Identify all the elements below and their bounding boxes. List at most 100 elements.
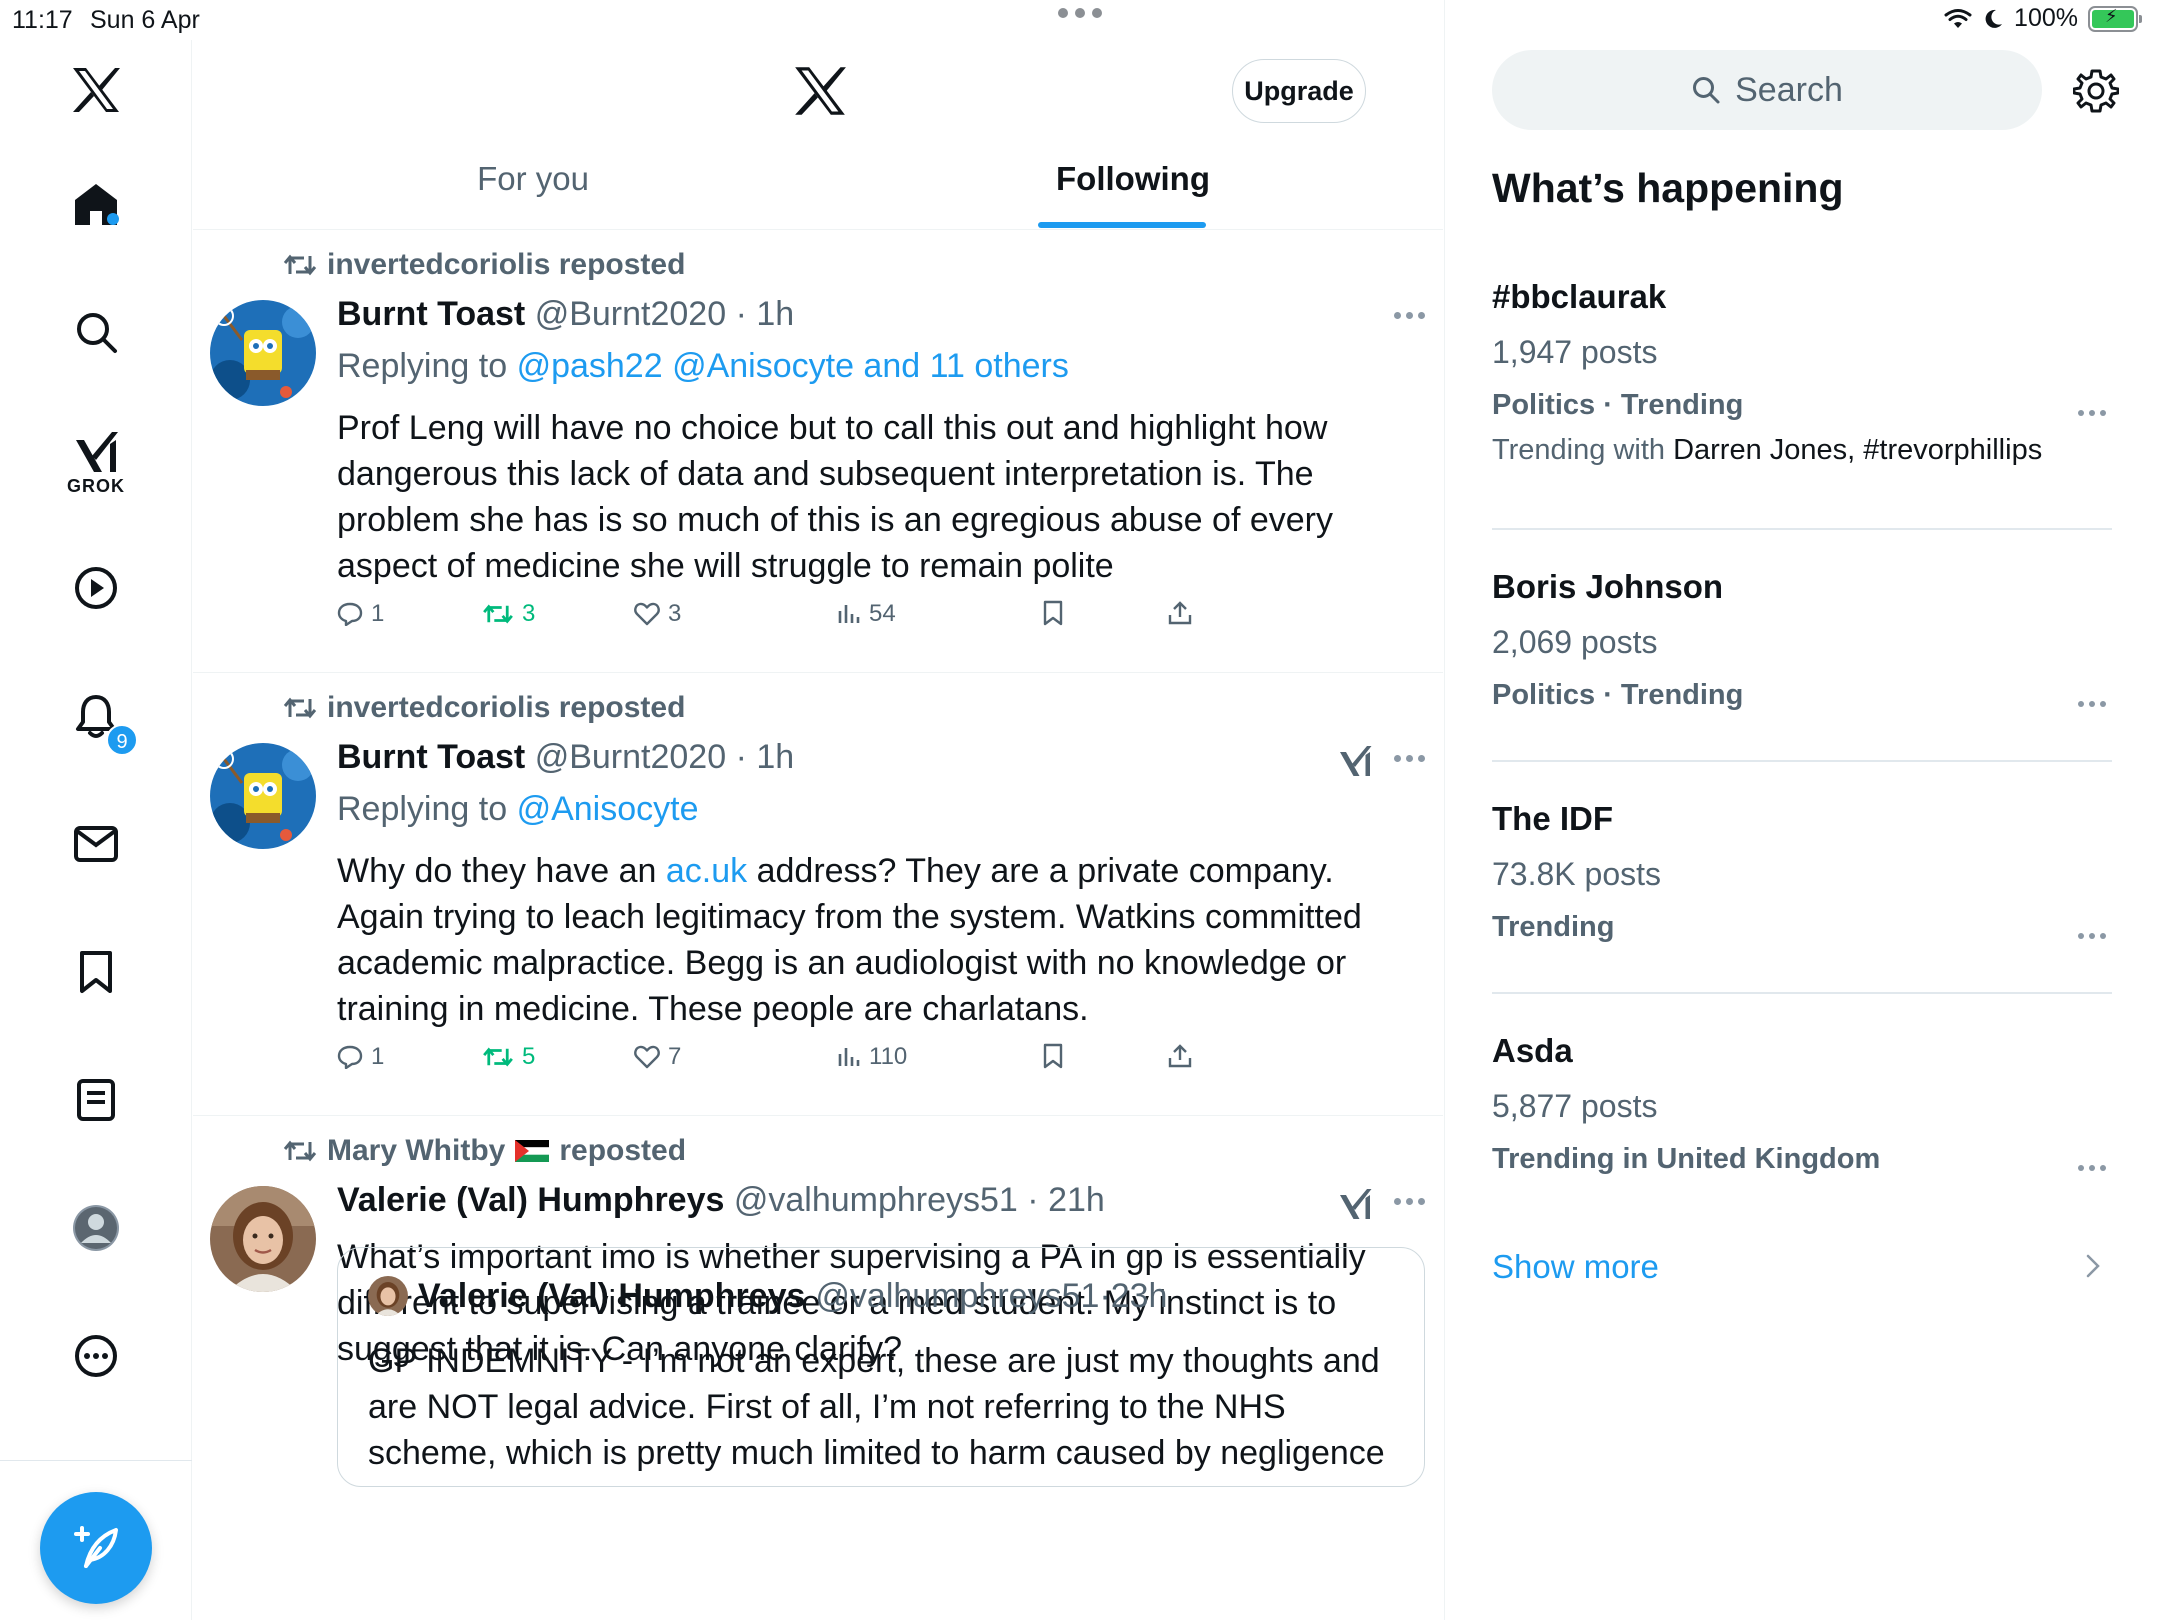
main-timeline: Upgrade For you Following invertedcoriol… [193,40,1443,1620]
trend-item[interactable]: Boris Johnson 2,069 posts Politics · Tre… [1492,568,2112,712]
time-separator: · [726,738,757,776]
video-icon[interactable] [66,558,126,618]
grok-label: GROK [67,476,125,496]
author-handle[interactable]: @valhumphreys51 [734,1181,1018,1219]
quote-header: Valerie (Val) Humphreys @valhumphreys51 … [368,1276,1167,1316]
author-handle[interactable]: @Burnt2020 [535,738,726,776]
x-logo-icon [793,65,847,117]
repost-icon [482,1045,514,1069]
repost-line: Mary Whitby reposted [283,1134,686,1168]
share-button[interactable] [1167,1043,1193,1069]
more-options-icon[interactable] [1394,1198,1425,1205]
multitask-dots[interactable] [1058,8,1102,18]
tweet-link[interactable]: ac.uk [666,852,747,890]
repost-label[interactable]: invertedcoriolis reposted [327,691,685,725]
bookmark-icon[interactable] [66,942,126,1002]
trend-name: #bbclaurak [1492,278,1667,315]
repost-count: 5 [522,1043,536,1070]
trend-divider [1492,992,2112,994]
share-icon [1167,1043,1193,1069]
author-name[interactable]: Valerie (Val) Humphreys [337,1181,724,1219]
nav-divider [0,1460,192,1461]
trend-name: Boris Johnson [1492,568,1724,605]
like-count: 3 [668,600,682,627]
mail-icon[interactable] [66,814,126,874]
views-count: 54 [869,600,896,627]
more-options-icon[interactable] [2078,410,2106,416]
heart-icon [634,1045,660,1069]
trend-item[interactable]: Asda 5,877 posts Trending in United King… [1492,1032,2112,1176]
trend-item[interactable]: The IDF 73.8K posts Trending [1492,800,2112,944]
chevron-right-icon[interactable] [2085,1253,2101,1279]
author-name[interactable]: Burnt Toast [337,295,525,333]
x-logo-icon[interactable] [66,60,126,120]
repost-button[interactable]: 5 [482,1043,535,1071]
tweet[interactable]: invertedcoriolis reposted Burnt Toast @B… [193,230,1443,673]
tweet-time[interactable]: 21h [1048,1181,1105,1219]
right-sidebar: Search What’s happening #bbclaurak 1,947… [1444,0,2160,1620]
quote-author-name: Valerie (Val) Humphreys [418,1276,806,1315]
like-button[interactable]: 7 [634,1043,681,1071]
compose-button[interactable] [40,1492,152,1604]
views-count: 110 [869,1043,908,1070]
repost-label[interactable]: invertedcoriolis reposted [327,248,685,282]
reply-context: Replying to @pash22 @Anisocyte and 11 ot… [337,347,1069,386]
views-button[interactable]: 110 [837,1043,907,1071]
avatar[interactable] [210,1186,316,1292]
home-icon[interactable] [66,174,126,234]
repost-label[interactable]: Mary Whitby [327,1134,505,1168]
trend-count: 2,069 posts [1492,624,1658,660]
more-options-icon[interactable] [2078,933,2106,939]
trend-with-names[interactable]: Darren Jones, #trevorphillips [1673,434,2042,466]
grok-explain-icon[interactable] [1337,1186,1373,1222]
bookmark-button[interactable] [1042,1043,1064,1069]
reply-button[interactable]: 1 [337,600,384,628]
tweet-text: Why do they have an ac.uk address? They … [337,848,1397,1032]
profile-icon[interactable] [66,1198,126,1258]
like-button[interactable]: 3 [634,600,681,628]
tweet-time[interactable]: 1h [756,295,794,333]
bookmark-button[interactable] [1042,600,1064,626]
repost-icon [283,1138,317,1164]
search-input[interactable]: Search [1492,50,2042,130]
more-icon[interactable] [66,1326,126,1386]
compose-icon [72,1524,120,1572]
trend-item[interactable]: #bbclaurak 1,947 posts Politics · Trendi… [1492,278,2112,467]
status-date: Sun 6 Apr [90,6,200,34]
views-icon [837,1046,861,1068]
reply-button[interactable]: 1 [337,1043,384,1071]
author-name[interactable]: Burnt Toast [337,738,525,776]
tweet[interactable]: invertedcoriolis reposted Burnt Toast @B… [193,673,1443,1116]
grok-icon[interactable] [66,422,126,482]
reply-to-link[interactable]: @pash22 @Anisocyte and 11 others [517,347,1069,385]
search-icon[interactable] [66,302,126,362]
share-button[interactable] [1167,600,1193,626]
more-options-icon[interactable] [1394,312,1425,319]
show-more-link[interactable]: Show more [1492,1248,1659,1286]
views-button[interactable]: 54 [837,600,896,628]
reply-icon [337,1045,363,1069]
tab-following[interactable]: Following [1033,160,1233,198]
grok-explain-icon[interactable] [1337,743,1373,779]
list-icon[interactable] [66,1070,126,1130]
gear-icon[interactable] [2073,68,2119,114]
heart-icon [634,602,660,626]
time-separator: · [1017,1181,1049,1219]
trend-category: Trending in United Kingdom [1492,1143,1881,1175]
quote-time: 23h [1110,1276,1168,1315]
repost-button[interactable]: 3 [482,600,535,628]
more-options-icon[interactable] [2078,1165,2106,1171]
quoted-tweet[interactable]: Valerie (Val) Humphreys @valhumphreys51 … [337,1247,1425,1487]
home-unread-dot [107,213,119,225]
avatar[interactable] [210,300,316,406]
tab-for-you[interactable]: For you [433,160,633,198]
author-handle[interactable]: @Burnt2020 [535,295,726,333]
avatar[interactable] [210,743,316,849]
timeline-header: Upgrade For you Following [193,40,1443,230]
more-options-icon[interactable] [2078,701,2106,707]
upgrade-button[interactable]: Upgrade [1232,59,1366,123]
tweet-time[interactable]: 1h [756,738,794,776]
reply-to-link[interactable]: @Anisocyte [517,790,699,828]
search-icon [1691,75,1721,105]
more-options-icon[interactable] [1394,755,1425,762]
